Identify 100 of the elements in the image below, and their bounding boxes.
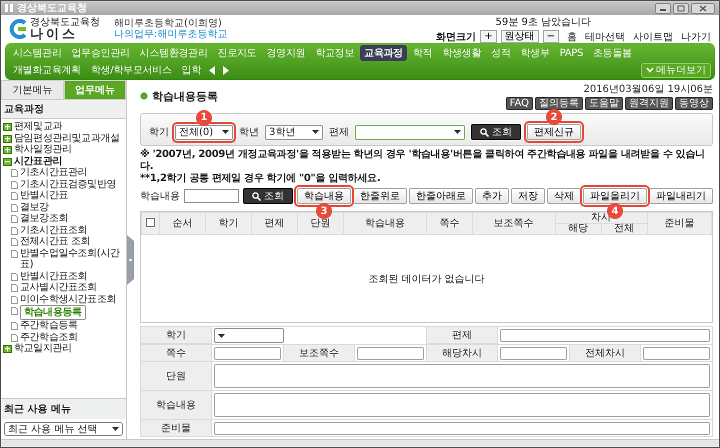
tree-item[interactable]: 주간학습등록	[20, 320, 78, 332]
input-field[interactable]	[500, 346, 567, 360]
search-field[interactable]	[184, 189, 239, 203]
recent-menu-select[interactable]: 최근 사용 메뉴 선택	[4, 422, 123, 436]
form-label: 전체차시	[570, 345, 640, 361]
action-button[interactable]: 파일내리기	[649, 188, 713, 204]
tool-button[interactable]: 도움말	[585, 97, 623, 110]
menu-item[interactable]: 개별화교육계획	[9, 62, 85, 78]
empty-message: 조회된 데이터가 없습니다	[368, 272, 485, 286]
tree-item[interactable]: 학교일지관리	[14, 343, 72, 354]
sidebar-tab[interactable]: 기본메뉴	[1, 80, 64, 100]
form-label: 보조쪽수	[284, 345, 354, 361]
select-field[interactable]	[355, 124, 465, 140]
input-field[interactable]	[357, 346, 424, 360]
minimize-icon	[655, 2, 671, 14]
column-header: 학습내용	[344, 212, 426, 234]
search-icon	[480, 128, 489, 136]
column-header: 보조쪽수	[472, 212, 556, 234]
action-button[interactable]: 한줄위로	[353, 188, 407, 204]
text-area[interactable]	[214, 393, 710, 417]
logo-caption: 경상북도교육청	[30, 18, 100, 28]
header-link[interactable]: 나가기	[681, 30, 711, 44]
field-label: 학년	[239, 126, 259, 139]
header-link[interactable]: 사이트맵	[633, 30, 673, 44]
form-label: 쪽수	[141, 345, 211, 361]
form-label: 학기	[141, 327, 211, 343]
note-text: ※ '2007년, 2009년 개정교육과정'을 적용받는 학년의 경우 '학습내용'버튼을 클릭하여 주간학습내용 파일을 내려받을 수 있습니다.	[140, 149, 706, 173]
tree-item[interactable]: 시간표관리	[14, 156, 62, 167]
tree-item[interactable]: 전체시간표 조회	[20, 236, 90, 248]
column-header: 쪽수	[426, 212, 472, 234]
sidebar-heading: 교육과정	[1, 100, 126, 119]
input-field[interactable]	[214, 346, 281, 360]
close-icon	[691, 2, 715, 14]
tree-item[interactable]: 반별시간표	[20, 190, 68, 202]
tree-item[interactable]: 기초시간표관리	[20, 167, 88, 178]
dropdown-icon	[454, 130, 461, 134]
tree-item[interactable]: 기초시간표검증및반영	[20, 178, 116, 190]
select-field[interactable]	[214, 328, 284, 343]
tree-item[interactable]: 반별수업일수조회(시간표)	[20, 248, 124, 270]
zoom-button[interactable]: −	[542, 30, 559, 43]
menu-item[interactable]: 교육과정	[360, 45, 407, 61]
action-button[interactable]: 한줄아래로	[409, 188, 473, 204]
timestamp: 2016년03월06일 19시06분	[583, 83, 713, 96]
zoom-button[interactable]: 원상태	[500, 30, 539, 43]
form-label: 단원	[141, 362, 211, 390]
logo-icon	[9, 19, 27, 39]
maximize-icon	[673, 2, 689, 14]
column-header: 전체	[601, 224, 648, 234]
tree-item[interactable]: 미이수학생시간표조회	[20, 294, 116, 305]
tree-item[interactable]: 편제및교과	[14, 121, 62, 132]
input-field[interactable]	[500, 329, 710, 342]
menu-item[interactable]: 입학	[178, 62, 205, 78]
tool-button[interactable]: FAQ	[506, 97, 533, 110]
page-title: 학습내용등록	[152, 88, 218, 104]
tree-item[interactable]: 담임편성관리및교과개설	[14, 132, 120, 144]
form-label: 학습내용	[141, 391, 211, 419]
select-all-checkbox[interactable]	[146, 218, 155, 226]
tree-item[interactable]: 학습내용등록	[20, 305, 86, 320]
select-field[interactable]: 3학년	[265, 124, 323, 140]
tree-item[interactable]: 결보강	[20, 202, 49, 213]
right-arrow-icon	[222, 66, 229, 74]
tree-item[interactable]: 결보강조회	[20, 213, 68, 224]
action-button[interactable]: 학습내용	[297, 188, 351, 204]
tree-item[interactable]: 주간학습조회	[20, 332, 78, 343]
tree-item[interactable]: 반별시간표조회	[20, 270, 88, 282]
search-button[interactable]: 조회	[471, 124, 521, 140]
tree-item[interactable]: 교사별시간표조회	[20, 282, 97, 294]
tree-item[interactable]: 기초시간표조회	[20, 224, 88, 236]
grid-icon	[5, 4, 13, 12]
input-field[interactable]	[643, 346, 710, 360]
field-label: 학습내용	[140, 190, 180, 203]
new-button[interactable]: 편제신규	[527, 124, 581, 140]
action-button[interactable]: 추가	[475, 188, 509, 204]
field-label: 학기	[149, 126, 169, 139]
tool-button[interactable]: 질의등록	[535, 97, 583, 110]
input-field[interactable]	[214, 422, 710, 434]
tree-item[interactable]: 학사일정관리	[14, 144, 72, 156]
dropdown-icon	[222, 130, 229, 134]
tool-button[interactable]: 동영상	[675, 97, 713, 110]
logo-name: 나이스	[30, 28, 79, 40]
menu-item[interactable]: 학생/학부모서비스	[86, 62, 176, 78]
window-title: 경상북도교육청	[17, 2, 87, 15]
tool-button[interactable]: 원격지원	[625, 97, 673, 110]
column-header: 순서	[160, 212, 206, 234]
action-button[interactable]: 파일올리기	[583, 188, 647, 204]
action-button[interactable]: 삭제	[547, 188, 581, 204]
zoom-label: 화면크기	[436, 30, 476, 44]
chevron-icon	[646, 67, 654, 73]
recent-menu-heading: 최근 사용 메뉴	[1, 398, 126, 419]
action-button[interactable]: 저장	[511, 188, 545, 204]
header-link[interactable]: 홈	[567, 30, 577, 44]
school-name: 해미루초등학교(이희영)	[114, 18, 223, 29]
my-work-link[interactable]: 나의업무:해미루초등학교	[114, 29, 228, 40]
column-header: 편제	[252, 212, 298, 234]
zoom-button[interactable]: +	[480, 30, 497, 43]
text-area[interactable]	[214, 364, 710, 388]
header-link[interactable]: 테마선택	[585, 30, 625, 44]
dropdown-icon	[218, 334, 225, 338]
search-button[interactable]: 조회	[243, 188, 293, 204]
session-timer: 59분 9초 남았습니다	[496, 16, 591, 28]
